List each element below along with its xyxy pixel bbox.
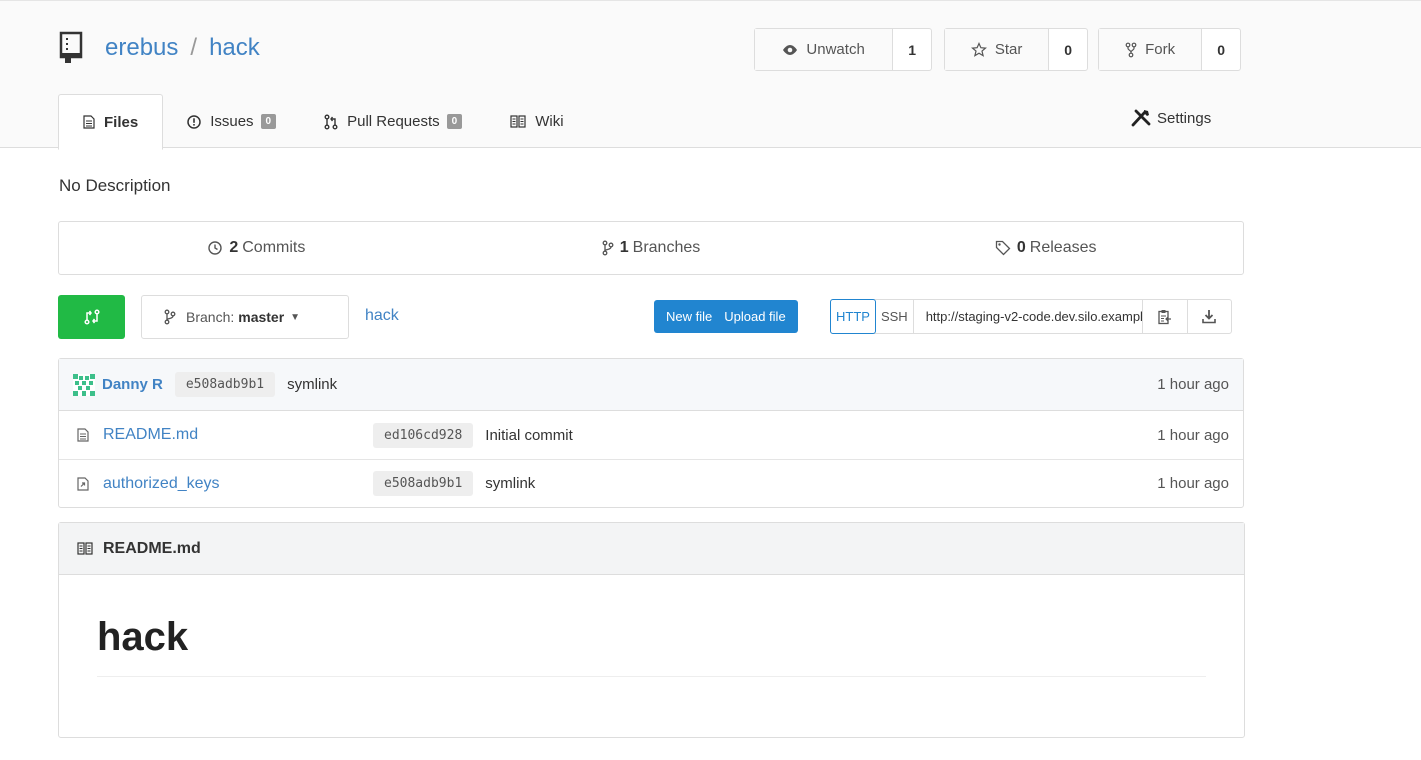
unwatch-button[interactable]: Unwatch bbox=[755, 29, 894, 70]
issues-count-badge: 0 bbox=[260, 114, 277, 129]
star-icon bbox=[970, 41, 987, 57]
new-file-button[interactable]: New file bbox=[654, 300, 725, 333]
git-branch-icon bbox=[602, 240, 614, 256]
tab-wiki-label: Wiki bbox=[535, 113, 564, 130]
watch-group: Unwatch 1 bbox=[754, 28, 932, 71]
tab-files[interactable]: Files bbox=[58, 94, 164, 150]
copy-url-button[interactable] bbox=[1143, 300, 1187, 333]
watch-count[interactable]: 1 bbox=[893, 29, 931, 70]
branches-count: 1 bbox=[619, 239, 629, 256]
git-pull-request-icon bbox=[324, 114, 338, 129]
repo-stats-bar: 2 Commits 1 Branches 0 Releases bbox=[58, 221, 1244, 275]
file-commit-message: symlink bbox=[485, 475, 536, 492]
commits-stat[interactable]: 2 Commits bbox=[59, 222, 454, 274]
commit-time: 1 hour ago bbox=[1157, 376, 1229, 393]
git-branch-icon bbox=[164, 309, 176, 325]
tag-icon bbox=[995, 240, 1011, 256]
commits-count: 2 bbox=[229, 239, 239, 256]
book-icon bbox=[510, 115, 526, 128]
clippy-icon bbox=[1158, 309, 1171, 324]
star-label: Star bbox=[994, 41, 1023, 58]
repo-header: erebus / hack Unwatch 1 Star 0 Fork 0 Fi… bbox=[0, 0, 1421, 150]
branches-label: Branches bbox=[632, 239, 701, 256]
tab-pull-requests-label: Pull Requests bbox=[347, 113, 440, 130]
book-icon bbox=[77, 542, 93, 555]
compare-button[interactable] bbox=[58, 295, 125, 339]
tools-icon bbox=[1131, 109, 1151, 127]
readme-panel: README.md hack bbox=[58, 522, 1245, 738]
file-text-icon bbox=[77, 428, 89, 442]
commit-message: symlink bbox=[287, 376, 338, 393]
http-toggle[interactable]: HTTP bbox=[830, 299, 876, 334]
fork-button[interactable]: Fork bbox=[1099, 29, 1203, 70]
tab-issues-label: Issues bbox=[210, 113, 254, 130]
commits-label: Commits bbox=[242, 239, 306, 256]
fork-icon bbox=[1125, 42, 1137, 57]
eye-icon bbox=[783, 44, 798, 55]
branch-name: master bbox=[238, 309, 285, 325]
file-commit-time: 1 hour ago bbox=[1157, 475, 1229, 492]
clone-panel: HTTP SSH http://staging-v2-code.dev.silo… bbox=[830, 299, 1232, 334]
commit-sha-link[interactable]: e508adb9b1 bbox=[174, 372, 276, 397]
readme-header: README.md bbox=[59, 523, 1244, 575]
readme-heading: hack bbox=[97, 615, 1206, 677]
repo-owner-link[interactable]: erebus bbox=[105, 34, 178, 62]
branch-selector[interactable]: Branch: master ▼ bbox=[141, 295, 349, 339]
commit-author-link[interactable]: Danny R bbox=[102, 376, 163, 393]
releases-label: Releases bbox=[1029, 239, 1097, 256]
repo-path-separator: / bbox=[190, 34, 198, 61]
tab-settings[interactable]: Settings bbox=[1131, 109, 1211, 127]
readme-filename: README.md bbox=[103, 539, 201, 557]
tab-issues[interactable]: Issues 0 bbox=[163, 94, 300, 149]
file-symlink-icon bbox=[77, 476, 89, 491]
releases-stat[interactable]: 0 Releases bbox=[848, 222, 1243, 274]
file-commit-sha-link[interactable]: ed106cd928 bbox=[373, 422, 474, 448]
caret-down-icon: ▼ bbox=[290, 311, 301, 323]
clone-url-field[interactable]: http://staging-v2-code.dev.silo.example/… bbox=[912, 300, 1143, 333]
tab-pull-requests[interactable]: Pull Requests 0 bbox=[300, 94, 486, 149]
download-icon bbox=[1202, 310, 1216, 324]
unwatch-label: Unwatch bbox=[806, 41, 865, 58]
upload-file-button[interactable]: Upload file bbox=[724, 300, 798, 333]
ssh-toggle[interactable]: SSH bbox=[876, 300, 913, 333]
table-row: authorized_keys e508adb9b1 symlink 1 hou… bbox=[59, 459, 1243, 507]
branches-stat[interactable]: 1 Branches bbox=[454, 222, 849, 274]
file-text-icon bbox=[83, 115, 95, 129]
file-commit-time: 1 hour ago bbox=[1157, 426, 1229, 444]
repo-tabs: Files Issues 0 Pull Requests 0 Wiki bbox=[58, 94, 588, 150]
file-name-link[interactable]: authorized_keys bbox=[103, 475, 373, 493]
file-actions: New file Upload file bbox=[654, 300, 798, 333]
fork-count[interactable]: 0 bbox=[1202, 29, 1240, 70]
branch-prefix: Branch: bbox=[186, 309, 235, 325]
tab-wiki[interactable]: Wiki bbox=[486, 94, 587, 149]
tab-files-label: Files bbox=[104, 113, 139, 131]
file-commit-sha-link[interactable]: e508adb9b1 bbox=[373, 471, 474, 496]
repo-title: erebus / hack bbox=[59, 31, 260, 65]
path-breadcrumb[interactable]: hack bbox=[365, 307, 399, 325]
tab-settings-label: Settings bbox=[1157, 109, 1212, 127]
releases-count: 0 bbox=[1016, 239, 1026, 256]
avatar bbox=[73, 373, 95, 396]
file-commit-message: Initial commit bbox=[485, 426, 573, 444]
fork-group: Fork 0 bbox=[1098, 28, 1241, 71]
history-icon bbox=[208, 241, 223, 255]
pulls-count-badge: 0 bbox=[446, 114, 463, 129]
download-button[interactable] bbox=[1186, 300, 1231, 333]
file-name-link[interactable]: README.md bbox=[103, 426, 373, 444]
repo-icon bbox=[59, 31, 83, 63]
star-count[interactable]: 0 bbox=[1049, 29, 1087, 70]
file-list: Danny R e508adb9b1 symlink 1 hour ago RE… bbox=[58, 358, 1244, 508]
git-compare-icon bbox=[83, 309, 100, 325]
repo-description: No Description bbox=[59, 176, 171, 195]
star-group: Star 0 bbox=[944, 28, 1088, 71]
latest-commit-row: Danny R e508adb9b1 symlink 1 hour ago bbox=[59, 359, 1243, 411]
table-row: README.md ed106cd928 Initial commit 1 ho… bbox=[59, 411, 1243, 459]
fork-label: Fork bbox=[1145, 41, 1176, 58]
issue-opened-icon bbox=[187, 114, 201, 129]
star-button[interactable]: Star bbox=[945, 29, 1050, 70]
repo-name-link[interactable]: hack bbox=[209, 34, 260, 62]
readme-content: hack bbox=[59, 575, 1244, 677]
